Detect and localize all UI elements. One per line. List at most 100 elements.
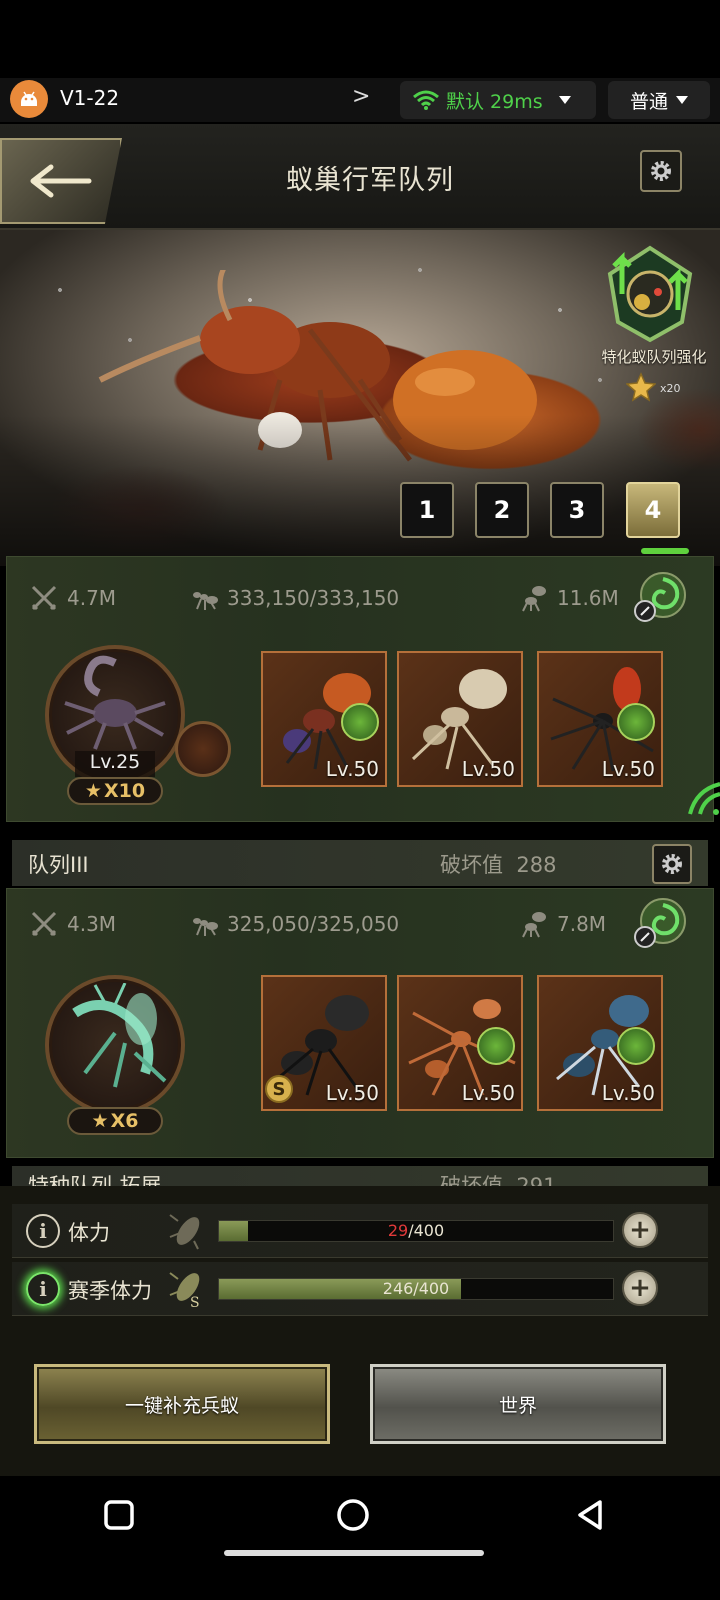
crossed-swords-icon xyxy=(31,585,57,611)
gene-badge-icon xyxy=(477,1027,515,1065)
add-stamina-button[interactable]: + xyxy=(622,1212,658,1248)
gene-swirl-icon[interactable] xyxy=(633,895,687,949)
commander-stars: ★ X6 xyxy=(67,1107,163,1135)
season-stamina-row: i 赛季体力 S 246/400 + xyxy=(12,1262,708,1316)
damage-value: 破坏值 288 xyxy=(440,853,557,877)
commander-portrait[interactable]: Lv.25 ★ X10 xyxy=(45,645,185,805)
crossed-swords-icon xyxy=(31,911,57,937)
stamina-label: 体力 xyxy=(68,1221,110,1245)
unit-card-2[interactable]: Lv.50 xyxy=(397,975,523,1111)
triangle-back-icon xyxy=(578,1500,602,1530)
tab-4[interactable]: 4 xyxy=(626,482,680,538)
page-title: 蚁巢行军队列 xyxy=(286,165,454,196)
gear-icon xyxy=(662,854,682,874)
tab-1[interactable]: 1 xyxy=(400,482,454,538)
unit-card-2[interactable]: Lv.50 xyxy=(397,651,523,787)
carry-ant-icon xyxy=(522,912,546,938)
refill-ants-button[interactable]: 一键补充兵蚁 xyxy=(34,1364,330,1444)
ant-icon xyxy=(193,918,218,936)
add-season-stamina-button[interactable]: + xyxy=(622,1270,658,1306)
gene-badge-icon xyxy=(341,703,379,741)
tab-2[interactable]: 2 xyxy=(475,482,529,538)
recents-button[interactable] xyxy=(94,1490,144,1540)
unit-card-3[interactable]: Lv.50 xyxy=(537,651,663,787)
unit-level: Lv.50 xyxy=(325,1081,379,1105)
squad-settings-button[interactable] xyxy=(652,844,692,884)
wifi-icon xyxy=(413,90,439,110)
star-icon xyxy=(626,372,656,402)
troops-value: 325,050/325,050 xyxy=(227,912,400,936)
s-rank-badge-icon: S xyxy=(265,1075,293,1103)
unit-level: Lv.50 xyxy=(461,1081,515,1105)
gene-badge-icon xyxy=(617,1027,655,1065)
unit-level: Lv.50 xyxy=(325,757,379,781)
active-tab-indicator xyxy=(641,548,689,554)
season-stamina-label: 赛季体力 xyxy=(68,1279,152,1303)
commander-level: Lv.25 xyxy=(75,751,155,777)
info-icon[interactable]: i xyxy=(26,1214,60,1248)
mode-selector[interactable]: 普通 xyxy=(608,81,710,119)
power-value: 4.3M xyxy=(67,912,117,936)
world-button[interactable]: 世界 xyxy=(370,1364,666,1444)
carry-ant-icon xyxy=(522,586,546,612)
ant-icon xyxy=(193,592,218,610)
android-app-icon[interactable] xyxy=(10,80,48,118)
power-stat: 4.3M xyxy=(29,909,116,939)
unit-card-3[interactable]: Lv.50 xyxy=(537,975,663,1111)
wifi-signal-icon xyxy=(688,782,720,815)
power-stat: 4.7M xyxy=(29,583,116,613)
stamina-max: /400 xyxy=(408,1221,445,1240)
pet-portrait[interactable] xyxy=(175,721,231,777)
load-value: 7.8M xyxy=(557,912,607,936)
commander-stars: ★ X10 xyxy=(67,777,163,805)
chevron-down-icon xyxy=(558,96,571,104)
commander-portrait[interactable]: ★ X6 xyxy=(45,975,185,1135)
star-icon: ★ xyxy=(84,780,102,802)
unit-card-1[interactable]: S Lv.50 xyxy=(261,975,387,1111)
load-value: 11.6M xyxy=(557,586,619,610)
gene-badge-icon xyxy=(617,703,655,741)
chevron-down-icon xyxy=(676,96,688,104)
season-stamina-value: 246/400 xyxy=(382,1279,450,1298)
buff-label: 特化蚁队列强化 xyxy=(601,348,707,366)
unit-card-1[interactable]: Lv.50 xyxy=(261,651,387,787)
circle-icon xyxy=(337,1499,369,1531)
squad-panel-three[interactable]: 4.3M 325,050/325,050 7.8M ★ X6 S Lv.50 Lv… xyxy=(6,888,714,1158)
mode-label: 普通 xyxy=(629,90,668,113)
mantis-icon xyxy=(72,983,167,1088)
squad-buff-emblem-icon[interactable] xyxy=(602,244,698,344)
power-value: 4.7M xyxy=(67,586,117,610)
stamina-bar: 29/400 xyxy=(218,1220,614,1242)
gear-icon xyxy=(651,161,671,181)
header-settings-button[interactable] xyxy=(640,150,682,192)
chevron-right-icon[interactable]: > xyxy=(352,84,370,109)
partial-squad-header: 特种队列-拓展 破坏值 291 xyxy=(12,1166,708,1186)
troops-stat: 333,150/333,150 xyxy=(189,583,399,613)
back-nav-button[interactable] xyxy=(566,1490,616,1540)
status-bar-area xyxy=(0,0,720,78)
damage-value: 破坏值 291 xyxy=(440,1174,557,1186)
buff-multiplier: x20 xyxy=(660,382,681,395)
unit-level: Lv.50 xyxy=(461,757,515,781)
squad-name: 特种队列-拓展 xyxy=(28,1174,162,1186)
star-icon: ★ xyxy=(91,1110,109,1132)
season-stamina-bar: 246/400 xyxy=(218,1278,614,1300)
gene-swirl-icon[interactable] xyxy=(633,569,687,623)
network-latency-label: 默认 29ms xyxy=(446,90,543,113)
home-button[interactable] xyxy=(328,1490,378,1540)
app-version-label: V1-22 xyxy=(60,86,120,110)
square-icon xyxy=(104,1500,134,1530)
home-indicator xyxy=(224,1550,484,1556)
squad-name: 队列III xyxy=(28,853,89,877)
load-stat: 11.6M xyxy=(519,583,619,613)
tab-3[interactable]: 3 xyxy=(550,482,604,538)
troops-value: 333,150/333,150 xyxy=(227,586,400,610)
squad-panel-top[interactable]: 4.7M 333,150/333,150 11.6M Lv.25 ★ X10 Lv… xyxy=(6,556,714,822)
season-cockroach-icon: S xyxy=(169,1272,200,1309)
troops-stat: 325,050/325,050 xyxy=(189,909,399,939)
cockroach-icon xyxy=(169,1214,200,1250)
info-icon[interactable]: i xyxy=(26,1272,60,1306)
network-selector[interactable]: 默认 29ms xyxy=(400,81,596,119)
unit-level: Lv.50 xyxy=(601,1081,655,1105)
stamina-row: i 体力 29/400 + xyxy=(12,1204,708,1258)
